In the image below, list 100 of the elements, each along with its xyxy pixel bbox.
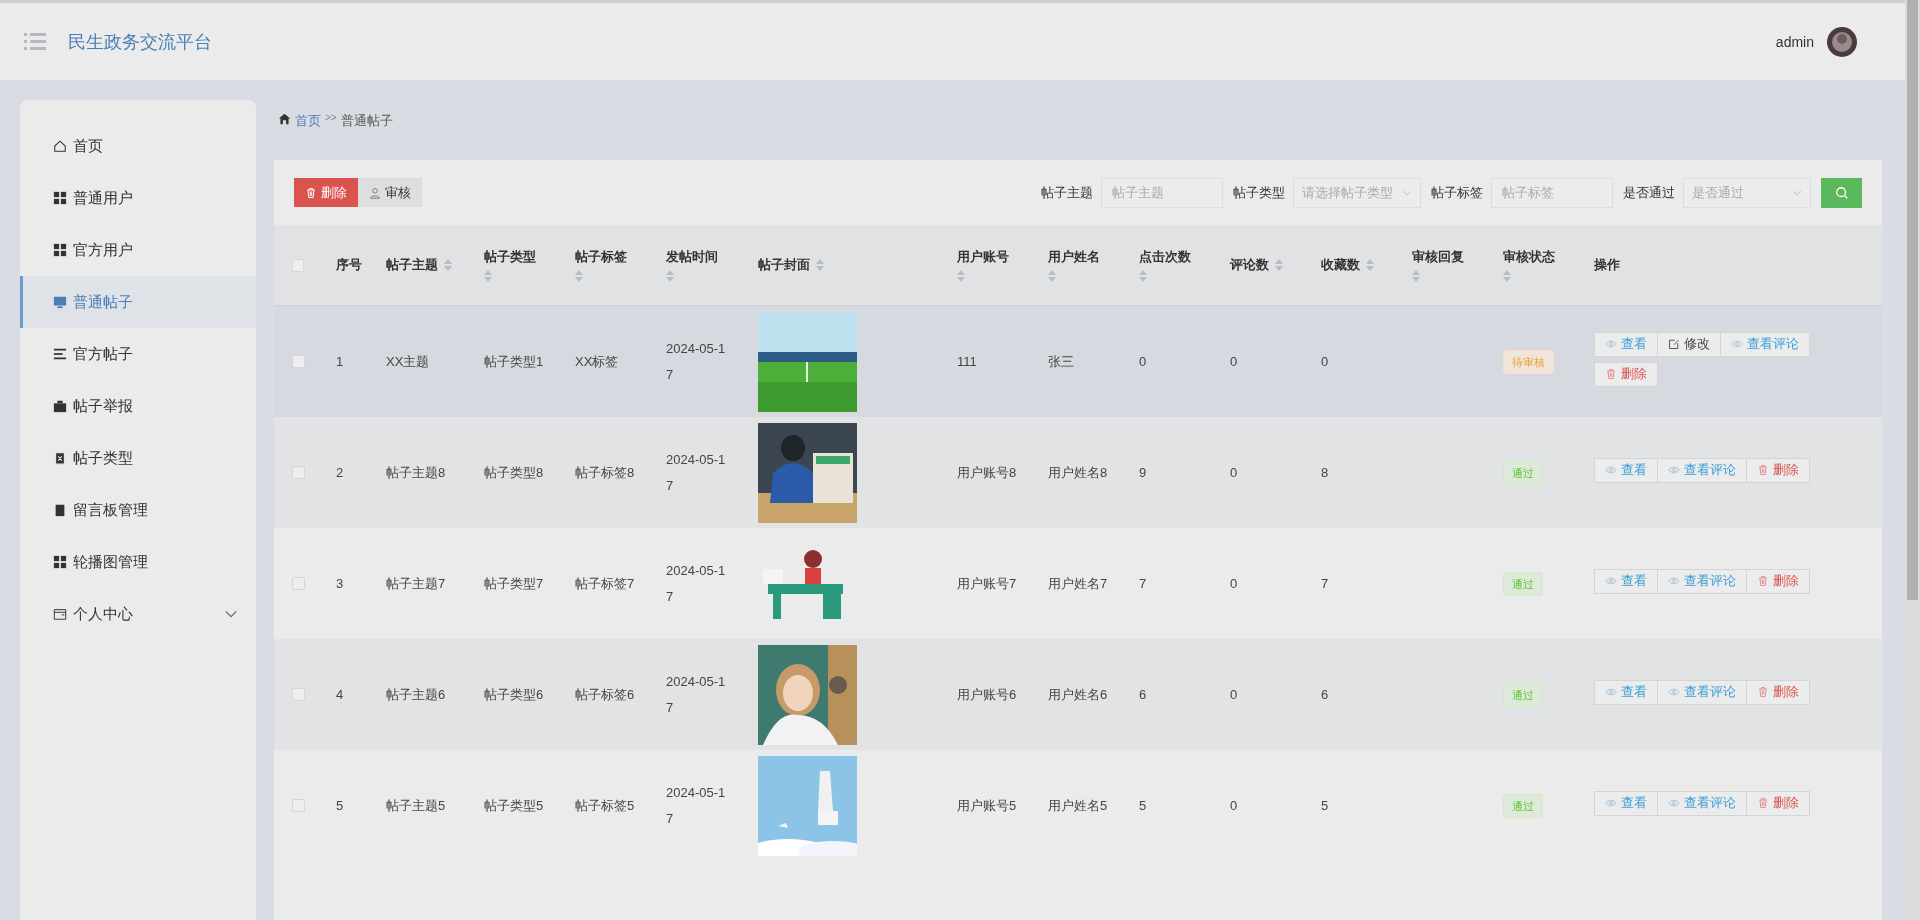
view-button[interactable]: 查看评论: [1657, 679, 1747, 705]
table-cell-text: 9: [1138, 463, 1148, 482]
eye-icon: [1605, 575, 1617, 587]
delete-button[interactable]: 删除: [1594, 361, 1658, 387]
sort-icon[interactable]: [1503, 270, 1511, 282]
input-field[interactable]: 帖子主题: [1101, 177, 1223, 208]
table-cell-text: 帖子类型6: [483, 685, 545, 704]
table-cell-text: 0: [1320, 352, 1330, 371]
status-tag: 通过: [1503, 682, 1543, 707]
view-button[interactable]: 查看评论: [1657, 790, 1747, 816]
sidebar-item[interactable]: 留言板管理: [20, 484, 256, 536]
delete-button[interactable]: 删除: [1746, 679, 1810, 705]
column-header: 用户姓名: [1048, 248, 1100, 266]
table-cell-text: 张三: [1047, 352, 1075, 371]
sidebar-item[interactable]: 首页: [20, 120, 256, 172]
sort-icon[interactable]: [666, 270, 674, 282]
review-button[interactable]: 审核: [358, 178, 422, 207]
table-cell-text: 帖子主题5: [385, 796, 447, 815]
eye-icon: [1605, 464, 1617, 476]
scrollbar-thumb[interactable]: [1907, 0, 1918, 600]
view-button[interactable]: 查看评论: [1720, 331, 1810, 357]
delete-button[interactable]: 删除: [1746, 790, 1810, 816]
sidebar-item[interactable]: 帖子举报: [20, 380, 256, 432]
table-cell-text: 帖子主题7: [385, 574, 447, 593]
sidebar-item[interactable]: 轮播图管理: [20, 536, 256, 588]
table-cell-text: 2024-05-17: [666, 561, 727, 606]
view-button[interactable]: 查看评论: [1657, 568, 1747, 594]
scrollbar[interactable]: [1905, 0, 1920, 920]
search-button[interactable]: [1821, 177, 1862, 208]
filter-label: 帖子标签: [1431, 183, 1483, 202]
grid-icon: [53, 555, 67, 569]
sidebar-item[interactable]: 普通帖子: [20, 276, 256, 328]
column-header: 帖子主题: [386, 256, 438, 274]
view-button[interactable]: 查看: [1594, 679, 1658, 705]
table-cell-text: 111: [956, 352, 978, 371]
sort-icon[interactable]: [1048, 270, 1056, 282]
select-field[interactable]: 是否通过: [1683, 177, 1811, 208]
checkbox[interactable]: [292, 577, 305, 590]
table-cell-text: 0: [1229, 796, 1239, 815]
delete-button[interactable]: 删除: [1746, 457, 1810, 483]
sort-icon[interactable]: [1275, 259, 1283, 271]
table-cell-text: 6: [1138, 685, 1148, 704]
checkbox[interactable]: [292, 355, 305, 368]
eye-icon: [1731, 338, 1743, 350]
select-field[interactable]: 请选择帖子类型: [1293, 177, 1421, 208]
sidebar-item[interactable]: 个人中心: [20, 588, 256, 640]
delete-button[interactable]: 删除: [1746, 568, 1810, 594]
table-cell-text: 5: [335, 796, 345, 815]
sort-icon[interactable]: [575, 270, 583, 282]
table-cell-text: 帖子标签5: [574, 796, 636, 815]
filter-label: 帖子类型: [1233, 183, 1285, 202]
table-cell-text: 用户姓名5: [1047, 796, 1109, 815]
table-cell-text: 用户账号7: [956, 574, 1018, 593]
checkbox[interactable]: [292, 688, 305, 701]
delete-button[interactable]: 删除: [294, 178, 358, 207]
breadcrumb-link[interactable]: 首页: [295, 112, 321, 130]
grid-icon: [53, 243, 67, 257]
view-button[interactable]: 查看: [1594, 457, 1658, 483]
trash-icon: [1757, 686, 1769, 698]
filter-label: 是否通过: [1623, 183, 1675, 202]
sort-icon[interactable]: [1366, 259, 1374, 271]
table-cell-text: 3: [335, 574, 345, 593]
view-button[interactable]: 查看: [1594, 331, 1658, 357]
input-field[interactable]: 帖子标签: [1491, 177, 1613, 208]
trash-icon: [1757, 797, 1769, 809]
trash-icon: [1757, 464, 1769, 476]
sidebar-item[interactable]: 官方用户: [20, 224, 256, 276]
sidebar-item[interactable]: 普通用户: [20, 172, 256, 224]
table-cell-text: 0: [1229, 574, 1239, 593]
sort-icon[interactable]: [1412, 270, 1420, 282]
breadcrumb-current: 普通帖子: [340, 112, 393, 130]
column-header: 发帖时间: [666, 248, 718, 266]
table-cell-text: 用户账号6: [956, 685, 1018, 704]
checkbox[interactable]: [292, 799, 305, 812]
table-cell-text: 帖子标签8: [574, 463, 636, 482]
trash-icon: [305, 186, 317, 199]
eye-icon: [1668, 797, 1680, 809]
sidebar-item[interactable]: 官方帖子: [20, 328, 256, 380]
view-button[interactable]: 查看评论: [1657, 457, 1747, 483]
sort-icon[interactable]: [1139, 270, 1147, 282]
table-cell-text: 2024-05-17: [666, 339, 727, 384]
view-button[interactable]: 查看: [1594, 568, 1658, 594]
sort-icon[interactable]: [444, 259, 452, 271]
view-button[interactable]: 查看: [1594, 790, 1658, 816]
avatar[interactable]: [1826, 25, 1858, 58]
sort-icon[interactable]: [816, 259, 824, 271]
table-cell-text: 7: [1138, 574, 1148, 593]
checkbox[interactable]: [292, 258, 304, 272]
sidebar-item[interactable]: 帖子类型: [20, 432, 256, 484]
table-cell-text: 7: [1320, 574, 1330, 593]
sort-icon[interactable]: [484, 270, 492, 282]
edit-button[interactable]: 修改: [1657, 331, 1721, 357]
sort-icon[interactable]: [957, 270, 965, 282]
clipboard-icon: [53, 503, 67, 517]
user-icon: [369, 186, 381, 199]
menu-icon[interactable]: [24, 32, 46, 51]
column-header: 点击次数: [1139, 248, 1191, 266]
column-header: 收藏数: [1321, 256, 1360, 274]
column-header: 序号: [336, 256, 362, 274]
checkbox[interactable]: [292, 466, 305, 479]
